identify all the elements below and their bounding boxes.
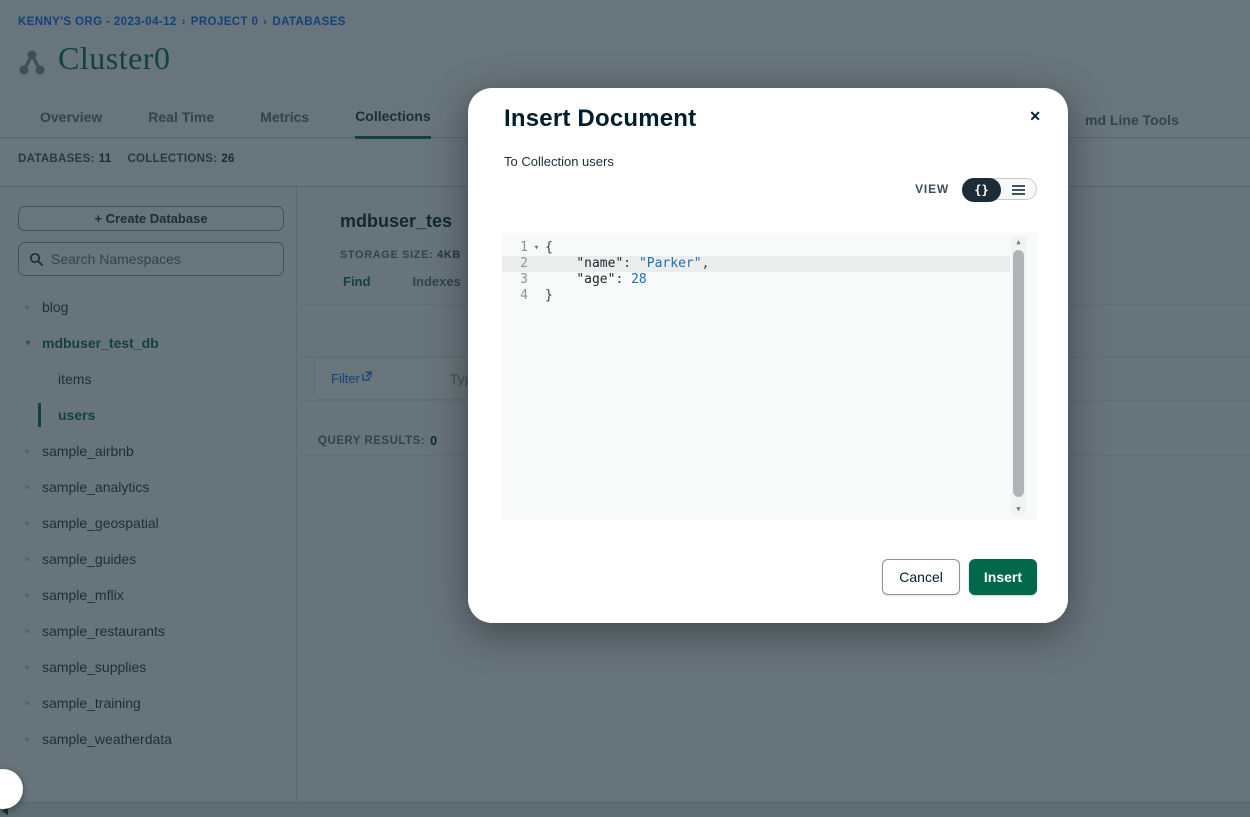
code-text: "age": 28 xyxy=(545,272,647,288)
code-text: { xyxy=(545,240,553,256)
fold-gutter xyxy=(528,288,545,304)
code-text: } xyxy=(545,288,553,304)
scroll-up-icon[interactable]: ▲ xyxy=(1011,236,1026,248)
scrollbar-thumb[interactable] xyxy=(1013,250,1024,497)
line-number: 2 xyxy=(502,256,528,272)
insert-button[interactable]: Insert xyxy=(969,559,1037,595)
modal-subtitle: To Collection users xyxy=(504,154,614,169)
json-editor[interactable]: 1▾{2 "name": "Parker",3 "age": 284} ▲ ▼ xyxy=(502,233,1037,520)
editor-line-4: 4} xyxy=(502,288,1010,304)
view-toggle: {} xyxy=(962,178,1037,200)
line-number: 1 xyxy=(502,240,528,256)
editor-scrollbar[interactable]: ▲ ▼ xyxy=(1011,236,1026,515)
editor-line-1: 1▾{ xyxy=(502,240,1010,256)
modal-buttons: Cancel Insert xyxy=(882,559,1037,595)
json-view-option[interactable]: {} xyxy=(962,178,1001,202)
editor-lines: 1▾{2 "name": "Parker",3 "age": 284} xyxy=(502,240,1010,304)
scroll-down-icon[interactable]: ▼ xyxy=(1011,503,1026,515)
code-text: "name": "Parker", xyxy=(545,256,709,272)
editor-line-3: 3 "age": 28 xyxy=(502,272,1010,288)
list-view-icon[interactable] xyxy=(1000,179,1036,201)
close-icon[interactable]: ✕ xyxy=(1029,108,1041,125)
insert-document-modal: ✕ Insert Document To Collection users VI… xyxy=(468,88,1068,623)
line-number: 3 xyxy=(502,272,528,288)
editor-line-2: 2 "name": "Parker", xyxy=(502,256,1010,272)
fold-gutter xyxy=(528,272,545,288)
view-row: VIEW {} xyxy=(915,178,1037,200)
line-number: 4 xyxy=(502,288,528,304)
fold-arrow-icon[interactable]: ▾ xyxy=(528,240,545,256)
fold-gutter xyxy=(528,256,545,272)
view-label: VIEW xyxy=(915,182,949,196)
modal-title: Insert Document xyxy=(504,105,696,133)
cancel-button[interactable]: Cancel xyxy=(882,559,960,595)
